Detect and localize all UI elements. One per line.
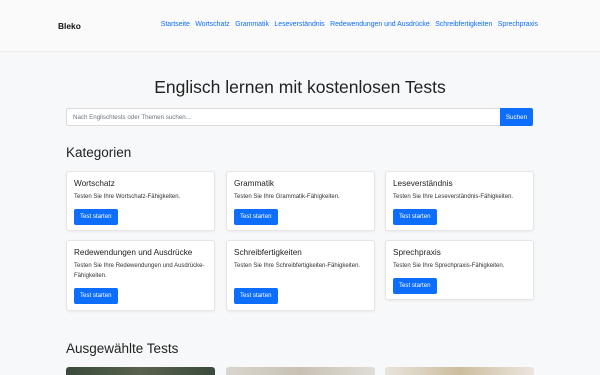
main-nav: Startseite Wortschatz Grammatik Lesevers… xyxy=(161,21,538,28)
card-title: Schreibfertigkeiten xyxy=(234,248,302,257)
page-title: Englisch lernen mit kostenlosen Tests xyxy=(154,77,446,97)
category-card-grammatik: Grammatik Testen Sie Ihre Grammatik-Fähi… xyxy=(226,171,375,231)
categories-heading: Kategorien xyxy=(66,145,132,160)
nav-wortschatz[interactable]: Wortschatz xyxy=(195,21,229,28)
category-card-redewendungen: Redewendungen und Ausdrücke Testen Sie I… xyxy=(66,240,215,311)
start-test-button[interactable]: Test starten xyxy=(393,278,437,294)
start-test-button[interactable]: Test starten xyxy=(234,288,278,304)
search-bar: Suchen xyxy=(66,108,533,126)
featured-heading: Ausgewählte Tests xyxy=(66,341,179,356)
category-card-schreibfertigkeiten: Schreibfertigkeiten Testen Sie Ihre Schr… xyxy=(226,240,375,311)
card-text: Testen Sie Ihre Redewendungen und Ausdrü… xyxy=(74,263,205,279)
card-title: Leseverständnis xyxy=(393,179,453,188)
card-text: Testen Sie Ihre Sprechpraxis-Fähigkeiten… xyxy=(393,263,505,269)
card-text: Testen Sie Ihre Leseverständnis-Fähigkei… xyxy=(393,194,514,200)
card-title: Sprechpraxis xyxy=(393,248,441,257)
card-text: Testen Sie Ihre Schreibfertigkeiten-Fähi… xyxy=(234,263,361,269)
card-text: Testen Sie Ihre Grammatik-Fähigkeiten. xyxy=(234,194,340,200)
top-navbar: Bleko Startseite Wortschatz Grammatik Le… xyxy=(0,0,600,52)
featured-test-image[interactable] xyxy=(226,367,375,375)
search-button[interactable]: Suchen xyxy=(500,108,533,126)
nav-schreibfertigkeiten[interactable]: Schreibfertigkeiten xyxy=(435,21,492,28)
nav-redewendungen[interactable]: Redewendungen und Ausdrücke xyxy=(330,21,430,28)
card-title: Grammatik xyxy=(234,179,275,188)
brand-logo[interactable]: Bleko xyxy=(58,21,81,31)
start-test-button[interactable]: Test starten xyxy=(393,209,437,225)
category-card-wortschatz: Wortschatz Testen Sie Ihre Wortschatz-Fä… xyxy=(66,171,215,231)
start-test-button[interactable]: Test starten xyxy=(74,209,118,225)
featured-test-image[interactable] xyxy=(385,367,534,375)
nav-leseverstaendnis[interactable]: Leseverständnis xyxy=(274,21,324,28)
start-test-button[interactable]: Test starten xyxy=(74,288,118,304)
card-title: Redewendungen und Ausdrücke xyxy=(74,248,193,257)
nav-sprechpraxis[interactable]: Sprechpraxis xyxy=(498,21,538,28)
featured-test-image[interactable] xyxy=(66,367,215,375)
category-card-sprechpraxis: Sprechpraxis Testen Sie Ihre Sprechpraxi… xyxy=(385,240,534,300)
search-input[interactable] xyxy=(66,108,500,126)
start-test-button[interactable]: Test starten xyxy=(234,209,278,225)
nav-startseite[interactable]: Startseite xyxy=(161,21,190,28)
card-text: Testen Sie Ihre Wortschatz-Fähigkeiten. xyxy=(74,194,181,200)
category-card-leseverstaendnis: Leseverständnis Testen Sie Ihre Lesevers… xyxy=(385,171,534,231)
nav-grammatik[interactable]: Grammatik xyxy=(235,21,269,28)
card-title: Wortschatz xyxy=(74,179,115,188)
